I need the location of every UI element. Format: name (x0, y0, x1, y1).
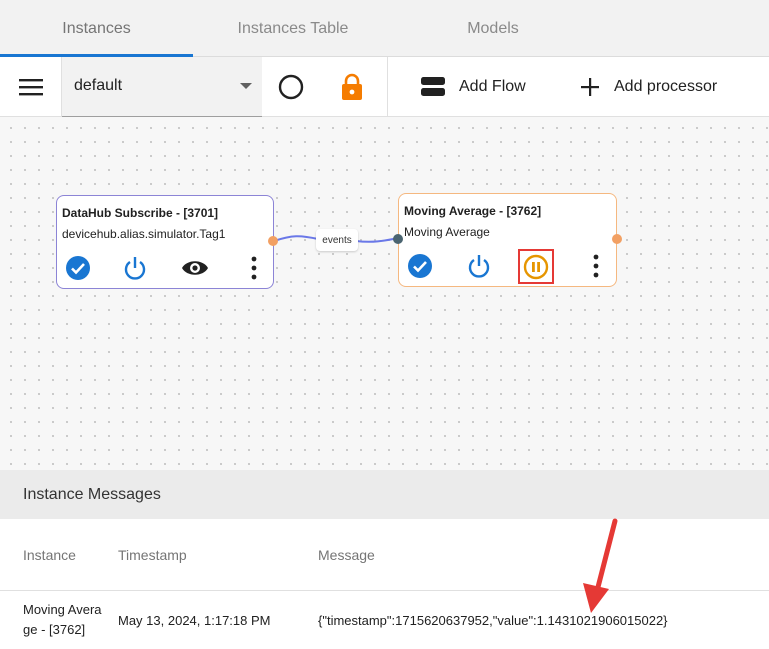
pause-circle-icon[interactable] (523, 254, 549, 280)
cell-timestamp: May 13, 2024, 1:17:18 PM (118, 613, 271, 628)
node-subtitle: devicehub.alias.simulator.Tag1 (62, 227, 226, 241)
edge-label: events (316, 229, 358, 251)
flow-select-value: default (74, 77, 123, 94)
tab-instances-table[interactable]: Instances Table (193, 0, 393, 57)
messages-table: Instance Timestamp Message Moving Avera … (0, 519, 769, 649)
tab-models[interactable]: Models (393, 0, 593, 57)
connection-edge (273, 235, 399, 243)
plus-icon (581, 78, 599, 96)
toolbar-divider (387, 57, 388, 117)
instance-messages-header: Instance Messages (0, 470, 769, 519)
node-title: DataHub Subscribe - [3701] (62, 206, 219, 220)
more-vertical-icon[interactable] (241, 255, 267, 281)
node-subtitle: Moving Average (404, 225, 490, 239)
power-icon[interactable] (466, 253, 492, 279)
header-divider (0, 590, 769, 591)
flow-icon (421, 77, 445, 96)
instance-messages-title: Instance Messages (23, 486, 161, 503)
dropdown-arrow-icon (240, 83, 252, 89)
toolbar: default Add Flow Add processor (0, 57, 769, 117)
cell-instance-line2: ge - [3762] (23, 622, 86, 637)
output-port[interactable] (612, 234, 622, 244)
lock-icon[interactable] (340, 73, 364, 101)
node-moving-average[interactable]: Moving Average - [3762] Moving Average (398, 193, 617, 287)
check-circle-icon[interactable] (65, 255, 91, 281)
add-flow-button[interactable]: Add Flow (421, 57, 526, 117)
add-processor-button[interactable]: Add processor (580, 57, 717, 117)
cell-instance-line1: Moving Avera (23, 602, 102, 617)
annotation-arrow-icon (583, 518, 618, 613)
hamburger-menu-icon (18, 79, 43, 96)
tab-bar: Instances Instances Table Models (0, 0, 769, 57)
more-vertical-icon[interactable] (583, 253, 609, 279)
output-port[interactable] (268, 236, 278, 246)
column-header-instance: Instance (23, 547, 76, 563)
tab-instances[interactable]: Instances (0, 0, 193, 57)
eye-icon[interactable] (180, 255, 210, 281)
flow-select[interactable]: default (62, 57, 262, 117)
power-icon[interactable] (122, 255, 148, 281)
column-header-timestamp: Timestamp (118, 547, 187, 563)
node-datahub-subscribe[interactable]: DataHub Subscribe - [3701] devicehub.ali… (56, 195, 274, 289)
menu-button[interactable] (0, 57, 62, 117)
add-processor-label: Add processor (614, 78, 718, 95)
add-flow-label: Add Flow (459, 78, 526, 95)
input-port[interactable] (393, 234, 403, 244)
node-title: Moving Average - [3762] (404, 204, 542, 218)
cell-instance: Moving Avera ge - [3762] (23, 600, 102, 640)
status-circle-button[interactable] (278, 74, 304, 100)
column-header-message: Message (318, 547, 375, 563)
check-circle-icon[interactable] (407, 253, 433, 279)
flow-canvas[interactable]: DataHub Subscribe - [3701] devicehub.ali… (0, 117, 769, 470)
